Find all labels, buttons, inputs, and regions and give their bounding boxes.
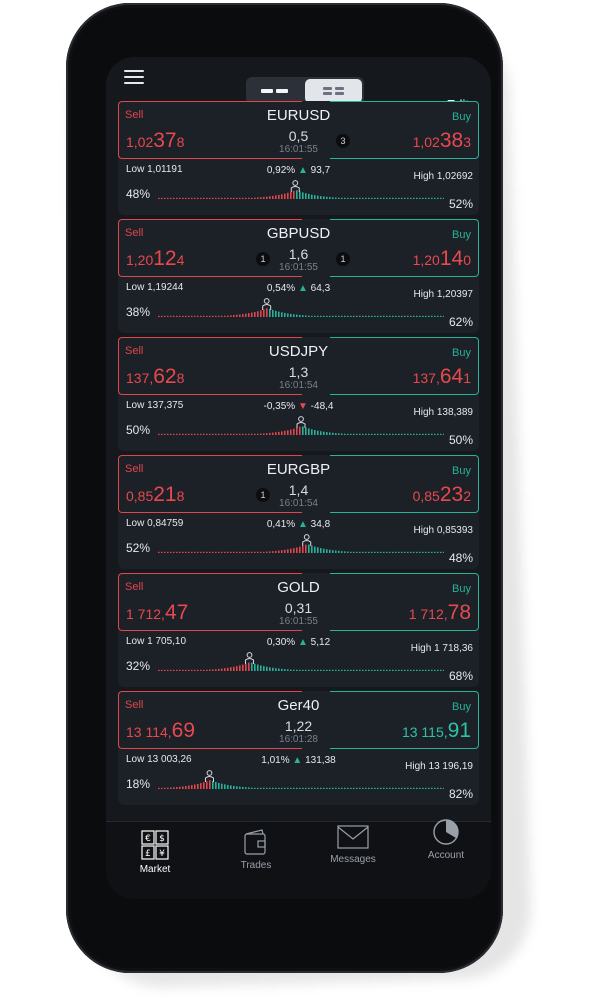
buy-sentiment-percent: 82% [448,787,473,801]
sentiment-bar [158,652,444,671]
change-arrow-icon: ▲ [292,755,303,766]
buy-positions-badge[interactable]: 1 [336,252,350,266]
sell-positions-badge[interactable]: 1 [256,252,270,266]
svg-text:¥: ¥ [159,849,165,859]
quote-time: 16:01:55 [279,144,318,155]
hamburger-menu-icon[interactable] [124,70,144,84]
instrument-symbol: Ger40 [277,697,320,714]
nav-trades[interactable]: Trades [221,828,291,871]
account-pie-icon [433,819,459,845]
quote-time: 16:01:55 [279,262,318,273]
bottom-navigation: € $ £ ¥ Market Trades Messages Account [106,818,491,899]
instrument-symbol: GBPUSD [266,225,331,242]
app-screen: Edit Sell Buy EURUSD 1,02378 1,02383 0,5… [106,57,491,899]
nav-market[interactable]: € $ £ ¥ Market [120,830,190,875]
detailed-view-icon [323,87,344,95]
sentiment-marker-icon [245,652,255,664]
instrument-card[interactable]: Sell Buy GBPUSD 1,20124 1,20140 1,6 16:0… [118,219,479,333]
spread-value: 0,31 [284,600,313,616]
sentiment-bar [158,298,444,317]
quote-time: 16:01:28 [279,734,318,745]
sentiment-marker-icon [290,180,300,192]
sell-positions-badge[interactable]: 1 [256,488,270,502]
instrument-symbol: EURGBP [266,461,331,478]
instrument-symbol: GOLD [277,579,320,596]
buy-sentiment-percent: 50% [448,433,473,447]
buy-sentiment-percent: 62% [448,315,473,329]
top-bar: Edit [106,57,491,112]
instrument-card[interactable]: Sell Buy USDJPY 137,628 137,641 1,3 16:0… [118,337,479,451]
nav-market-label: Market [139,864,171,875]
svg-text:$: $ [159,834,165,844]
change-arrow-icon: ▲ [297,283,308,294]
spread-value: 1,6 [288,246,309,262]
sell-sentiment-percent: 50% [126,423,151,437]
buy-sentiment-percent: 48% [448,551,473,565]
buy-positions-badge[interactable]: 3 [336,134,350,148]
buy-sentiment-percent: 68% [448,669,473,683]
nav-account-label: Account [427,850,465,861]
envelope-icon [337,825,369,849]
sentiment-bar [158,534,444,553]
svg-text:£: £ [145,849,151,859]
sell-sentiment-percent: 32% [126,659,151,673]
sentiment-bar [158,180,444,199]
spread-value: 1,3 [288,364,309,380]
change-arrow-icon: ▲ [297,637,308,648]
instrument-card[interactable]: Sell Buy Ger40 13 114,69 13 115,91 1,22 … [118,691,479,805]
nav-account[interactable]: Account [411,818,481,861]
quote-time: 16:01:54 [279,498,318,509]
spread-value: 1,4 [288,482,309,498]
instrument-card[interactable]: Sell Buy GOLD 1 712,47 1 712,78 0,31 16:… [118,573,479,687]
sell-sentiment-percent: 48% [126,187,151,201]
instrument-symbol: EURUSD [266,107,331,124]
quote-time: 16:01:55 [279,616,318,627]
wallet-icon [244,829,266,855]
buy-sentiment-percent: 52% [448,197,473,211]
currency-icon: € $ £ ¥ [141,830,169,860]
sentiment-marker-icon [302,534,312,546]
instrument-card[interactable]: Sell Buy EURGBP 0,85218 0,85232 1,4 16:0… [118,455,479,569]
sentiment-marker-icon [296,416,306,428]
sentiment-bar [158,770,444,789]
instrument-symbol: USDJPY [268,343,329,360]
sentiment-bar [158,416,444,435]
nav-messages-label: Messages [330,854,376,865]
instrument-card[interactable]: Sell Buy EURUSD 1,02378 1,02383 0,5 16:0… [118,101,479,215]
change-arrow-icon: ▼ [297,401,308,412]
compact-view-icon [261,89,288,93]
spread-value: 1,22 [284,718,313,734]
instrument-list: Sell Buy EURUSD 1,02378 1,02383 0,5 16:0… [118,101,479,809]
nav-trades-label: Trades [240,860,272,871]
change-arrow-icon: ▲ [297,165,308,176]
quote-time: 16:01:54 [279,380,318,391]
svg-text:€: € [145,834,151,844]
detailed-view-button[interactable] [305,79,362,103]
nav-messages[interactable]: Messages [318,824,388,865]
sell-sentiment-percent: 52% [126,541,151,555]
sell-sentiment-percent: 18% [126,777,151,791]
sell-sentiment-percent: 38% [126,305,151,319]
change-arrow-icon: ▲ [297,519,308,530]
spread-value: 0,5 [288,128,309,144]
